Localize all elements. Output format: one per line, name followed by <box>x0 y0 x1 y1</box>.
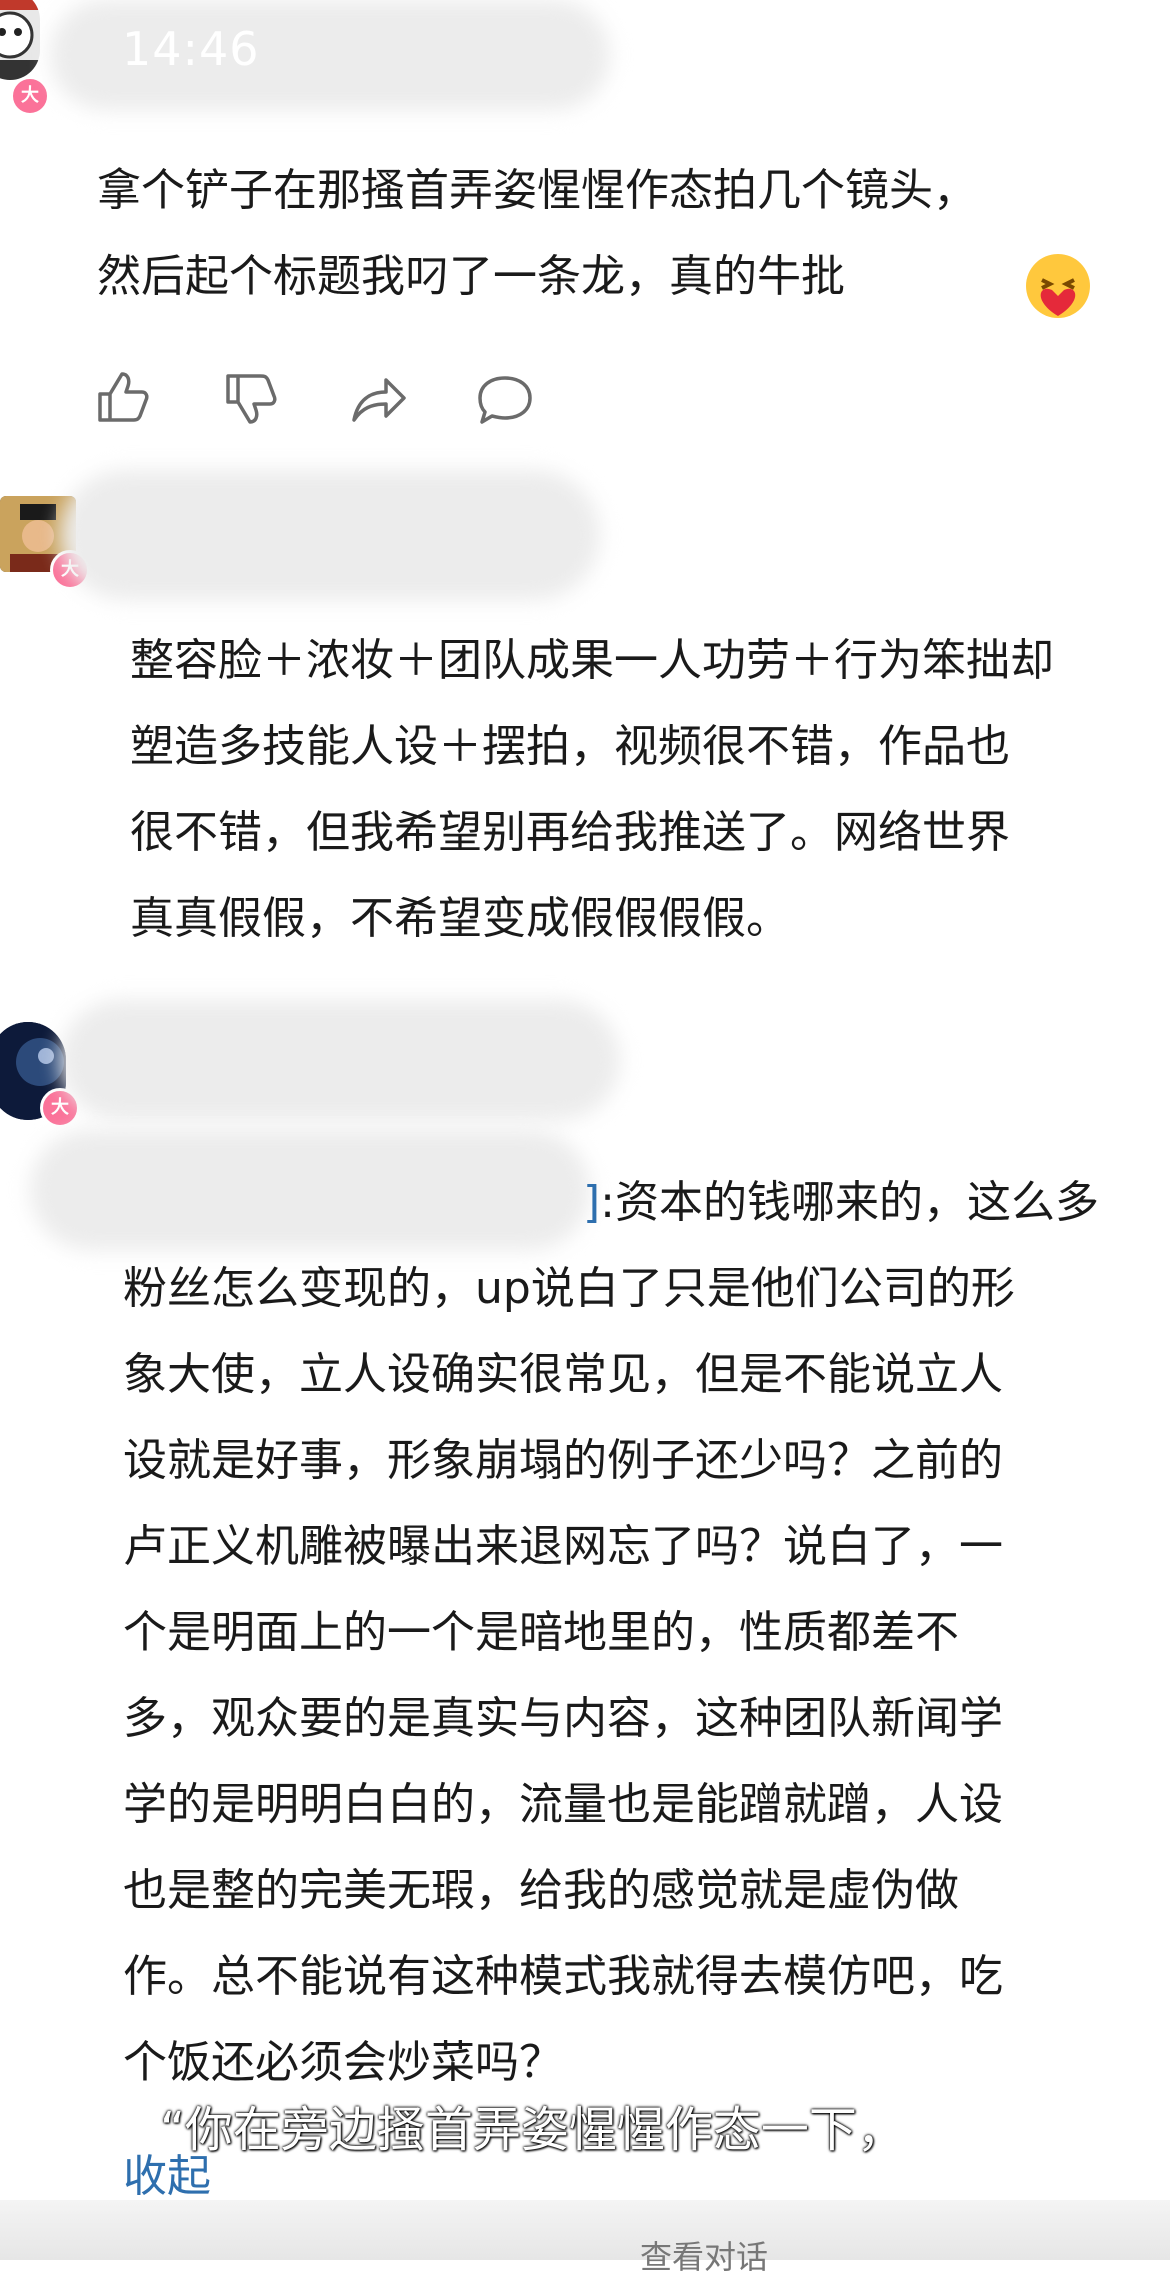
comment-text: 整容脸＋浓妆＋团队成果一人功劳＋行为笨拙却 塑造多技能人设＋摆拍，视频很不错，作… <box>130 618 1054 962</box>
share-icon[interactable] <box>350 372 408 426</box>
comment-line: 很不错，但我希望别再给我推送了。网络世界 <box>130 807 1010 858</box>
comment-line: 然后起个标题我叼了一条龙，真的牛批 <box>97 251 845 302</box>
comment-line: 象大使，立人设确实很常见，但是不能说立人 <box>123 1349 1003 1400</box>
comment-line: 作。总不能说有这种模式我就得去模仿吧，吃 <box>123 1951 1003 2002</box>
comment-line: 塑造多技能人设＋摆拍，视频很不错，作品也 <box>130 721 1010 772</box>
comment-line: 多，观众要的是真实与内容，这种团队新闻学 <box>123 1693 1003 1744</box>
view-dialog-link[interactable]: 查看对话 <box>640 2232 768 2278</box>
comment-line: 也是整的完美无瑕，给我的感觉就是虚伪做 <box>123 1865 959 1916</box>
comment-line: 粉丝怎么变现的，up说白了只是他们公司的形 <box>123 1263 1015 1314</box>
comment-line: 设就是好事，形象崩塌的例子还少吗？之前的 <box>123 1435 1003 1486</box>
comment-line: 真真假假，不希望变成假假假假。 <box>130 893 790 944</box>
comment-line: 个饭还必须会炒菜吗？ <box>123 2037 563 2088</box>
heart-hug-emoji <box>1026 254 1090 318</box>
username-redacted <box>60 470 600 600</box>
comment-line: 个是明面上的一个是暗地里的，性质都差不 <box>123 1607 959 1658</box>
comment-text: 拿个铲子在那搔首弄姿惺惺作态拍几个镜头， 然后起个标题我叼了一条龙，真的牛批 <box>97 148 977 320</box>
mention-link[interactable]: ] <box>583 1177 600 1228</box>
status-bar-time: 14:46 <box>122 22 260 76</box>
video-subtitle: “你在旁边搔首弄姿惺惺作态一下， <box>160 2102 905 2158</box>
avatar-image <box>0 0 40 80</box>
bottom-action-bar <box>0 2200 1170 2260</box>
user-avatar[interactable] <box>0 0 40 80</box>
comment-line: 卢正义机雕被曝出来退网忘了吗？说白了，一 <box>123 1521 1003 1572</box>
comment-line: :资本的钱哪来的，这么多 <box>600 1177 1099 1228</box>
like-icon[interactable] <box>96 370 150 424</box>
username-redacted <box>60 1000 620 1120</box>
comment-line: 学的是明明白白的，流量也是能蹭就蹭，人设 <box>123 1779 1003 1830</box>
collapse-button[interactable]: 收起 <box>123 2140 211 2204</box>
comment-line: 整容脸＋浓妆＋团队成果一人功劳＋行为笨拙却 <box>130 635 1054 686</box>
dislike-icon[interactable] <box>224 372 278 426</box>
comment-text: ]:资本的钱哪来的，这么多 粉丝怎么变现的，up说白了只是他们公司的形 象大使，… <box>123 1160 1099 2106</box>
vip-badge: 大 <box>10 76 50 116</box>
reply-icon[interactable] <box>476 372 534 426</box>
comment-line: 拿个铲子在那搔首弄姿惺惺作态拍几个镜头， <box>97 165 977 216</box>
